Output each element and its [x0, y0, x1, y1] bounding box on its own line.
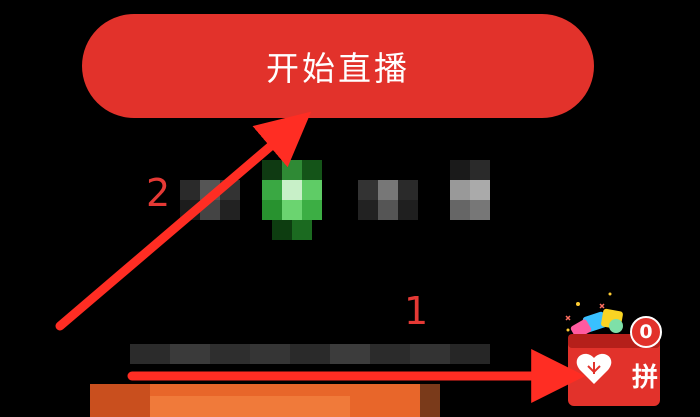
blurred-bottom-banner [90, 344, 560, 417]
gift-box-badge: 0 [630, 316, 662, 348]
start-live-button[interactable]: 开始直播 [82, 14, 594, 118]
gift-box-icon[interactable]: 拼 [548, 286, 678, 410]
blurred-icon-row [180, 160, 500, 240]
step-2-label: 2 [146, 171, 171, 215]
svg-text:拼: 拼 [632, 363, 658, 393]
step-1-label: 1 [404, 289, 429, 333]
